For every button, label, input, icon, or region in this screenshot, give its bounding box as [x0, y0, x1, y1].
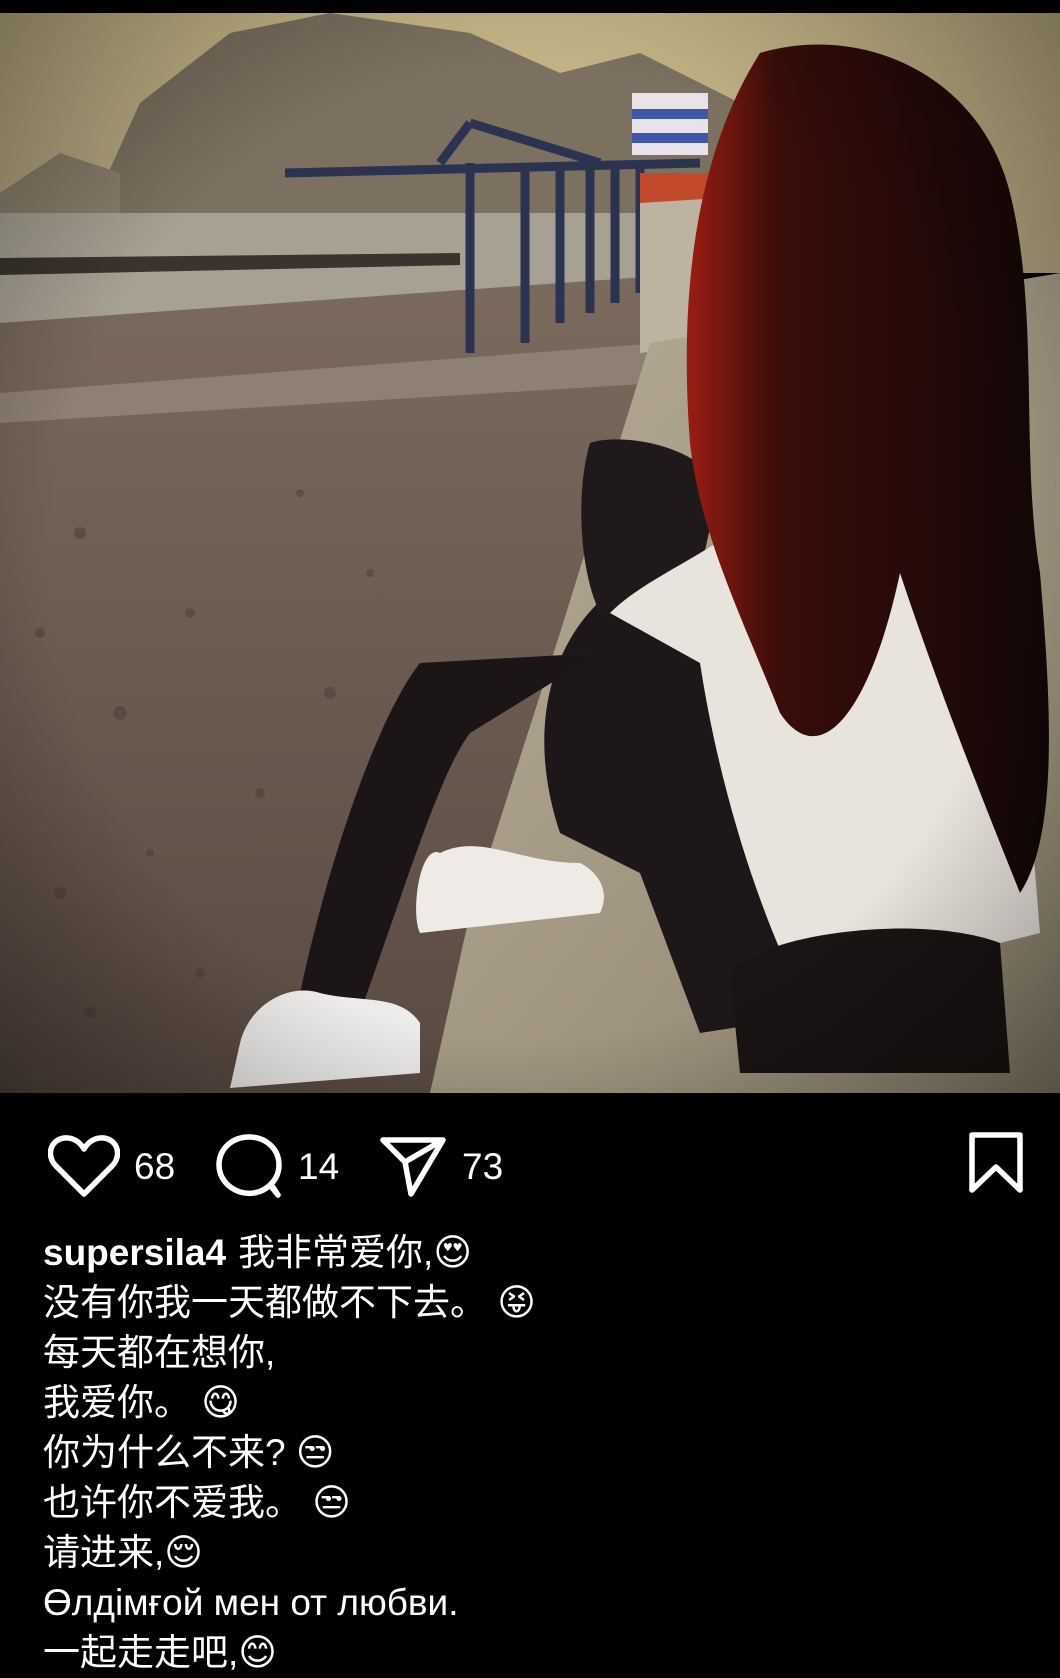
- like-count: 68: [134, 1145, 176, 1187]
- comment-icon: [216, 1134, 282, 1198]
- caption-line: 每天都在想你,: [43, 1332, 276, 1373]
- post-caption: supersila4 我非常爱你,😍 没有你我一天都做不下去。 😝 每天都在想你,…: [43, 1228, 1033, 1678]
- caption-line: 请进来,😌: [43, 1532, 203, 1573]
- caption-line: 一起走走吧,😊: [43, 1632, 277, 1673]
- like-button[interactable]: 68: [48, 1131, 175, 1201]
- share-count: 73: [462, 1145, 504, 1187]
- caption-line: 也许你不爱我。 😒: [43, 1482, 351, 1523]
- comment-count: 14: [298, 1145, 340, 1187]
- share-button[interactable]: 73: [378, 1131, 503, 1201]
- caption-username[interactable]: supersila4: [43, 1232, 226, 1273]
- post-action-bar: 68 14 73: [0, 1093, 1060, 1233]
- caption-line: Өлдімғой мен от любви.: [43, 1582, 459, 1623]
- post-photo[interactable]: [0, 13, 1060, 1093]
- caption-line: 你为什么不来? 😒: [43, 1432, 335, 1473]
- comment-button[interactable]: 14: [214, 1131, 339, 1201]
- save-button[interactable]: [966, 1131, 1026, 1195]
- caption-line: supersila4 我非常爱你,😍: [43, 1228, 1033, 1278]
- caption-text: 我非常爱你,😍: [238, 1232, 472, 1273]
- caption-line: 没有你我一天都做不下去。 😝: [43, 1282, 536, 1323]
- bookmark-icon: [969, 1132, 1023, 1193]
- caption-line: 我爱你。 😋: [43, 1382, 240, 1423]
- send-icon: [380, 1137, 446, 1197]
- heart-icon: [48, 1135, 120, 1197]
